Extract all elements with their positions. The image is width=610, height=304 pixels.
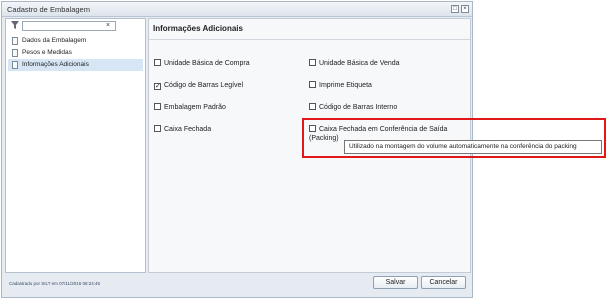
option-label: Código de Barras Interno (319, 104, 398, 111)
save-button[interactable]: Salvar (373, 276, 418, 289)
option-label: Caixa Fechada (164, 126, 212, 133)
checkbox[interactable] (309, 81, 316, 88)
section-title: Informações Adicionais (153, 24, 243, 33)
sidebar-item-label: Informações Adicionais (22, 61, 89, 68)
checkbox[interactable] (309, 103, 316, 110)
option-embalagem-padrao[interactable]: Embalagem Padrão (154, 103, 226, 112)
sidebar-item-label: Pesos e Medidas (22, 49, 72, 56)
checkbox[interactable] (154, 59, 161, 66)
sidebar: × Dados da Embalagem Pesos e Medidas Inf… (5, 18, 146, 273)
filter-funnel-icon (11, 21, 19, 29)
close-icon[interactable]: × (461, 5, 469, 13)
option-label: Unidade Básica de Compra (164, 60, 250, 67)
audit-text: Cadastrado por SILT em 07/11/2016 08:24:… (9, 281, 101, 286)
option-unidade-basica-venda[interactable]: Unidade Básica de Venda (309, 59, 400, 68)
option-label: Unidade Básica de Venda (319, 60, 400, 67)
option-codigo-barras-interno[interactable]: Código de Barras Interno (309, 103, 397, 112)
filter-icon[interactable] (11, 21, 19, 31)
sidebar-item-pesos-medidas[interactable]: Pesos e Medidas (8, 47, 143, 59)
option-label: Embalagem Padrão (164, 104, 226, 111)
sidebar-item-dados-embalagem[interactable]: Dados da Embalagem (8, 35, 143, 47)
document-icon (12, 37, 18, 45)
option-imprime-etiqueta[interactable]: Imprime Etiqueta (309, 81, 372, 90)
checkbox-checked[interactable]: ✓ (154, 83, 161, 90)
checkbox[interactable] (154, 125, 161, 132)
sidebar-item-label: Dados da Embalagem (22, 37, 87, 44)
option-label: Imprime Etiqueta (319, 82, 372, 89)
document-icon (12, 49, 18, 57)
option-label: Código de Barras Legível (164, 82, 243, 89)
tooltip: Utilizado na montagem do volume automati… (344, 140, 602, 154)
footer: Cadastrado por SILT em 07/11/2016 08:24:… (2, 272, 472, 297)
nav-list: Dados da Embalagem Pesos e Medidas Infor… (8, 35, 143, 71)
window-titlebar[interactable]: Cadastro de Embalagem □ × (2, 2, 472, 17)
window-title: Cadastro de Embalagem (7, 5, 90, 14)
document-icon (12, 61, 18, 69)
option-unidade-basica-compra[interactable]: Unidade Básica de Compra (154, 59, 250, 68)
option-caixa-fechada[interactable]: Caixa Fechada (154, 125, 211, 134)
cancel-button[interactable]: Cancelar (421, 276, 466, 289)
checkbox[interactable] (154, 103, 161, 110)
section-divider (149, 39, 470, 40)
checkbox[interactable] (309, 59, 316, 66)
clear-filter-icon[interactable]: × (102, 22, 114, 30)
restore-icon[interactable]: □ (451, 5, 459, 13)
sidebar-item-informacoes-adicionais[interactable]: Informações Adicionais (8, 59, 143, 71)
option-codigo-barras-legivel[interactable]: ✓ Código de Barras Legível (154, 81, 243, 90)
filter-bar: × (8, 21, 143, 31)
